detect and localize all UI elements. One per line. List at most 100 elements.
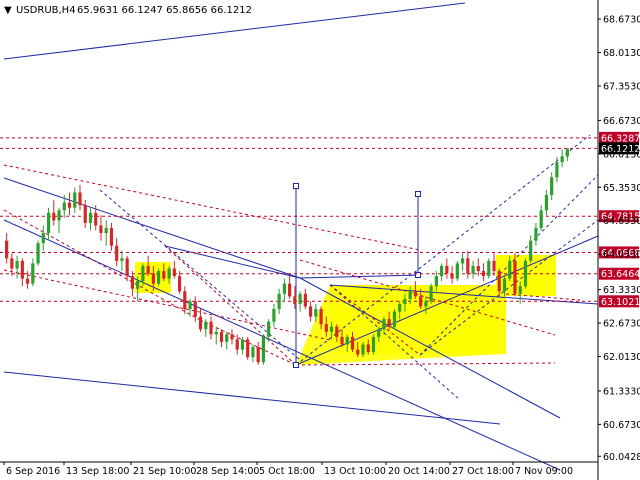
y-tick-label: 67.3530: [603, 81, 640, 92]
candle: [256, 341, 260, 365]
candle: [251, 344, 255, 363]
marker-point: [293, 362, 299, 368]
x-tick-label: 13 Sep 18:00: [66, 466, 129, 477]
price-level-badge: 63.1021: [599, 295, 640, 308]
trendline: [164, 245, 301, 279]
candle: [429, 283, 433, 304]
candle: [440, 263, 444, 282]
candle: [277, 288, 281, 315]
candle: [371, 334, 376, 355]
x-axis: 6 Sep 2016 13 Sep 18:00 21 Sep 10:00 28 Sep…: [0, 461, 598, 477]
candle: [83, 200, 87, 228]
candle: [172, 260, 176, 279]
candle: [130, 271, 134, 297]
y-tick-label: 63.3330: [603, 285, 640, 296]
ohlc-readout: 65.9631 66.1247 65.8656 66.1212: [77, 5, 252, 16]
candle: [67, 192, 72, 216]
candle: [308, 301, 313, 322]
candle: [460, 253, 465, 272]
analysis-line: [295, 362, 556, 366]
x-tick-label: 13 Oct 10:00: [324, 466, 386, 477]
candle: [529, 235, 533, 264]
candle: [225, 331, 229, 350]
candle: [392, 309, 397, 330]
x-tick-label: 28 Sep 14:00: [196, 466, 259, 477]
candle: [261, 334, 266, 365]
candle: [544, 189, 549, 216]
candle: [209, 316, 213, 340]
trendline: [3, 371, 501, 425]
candle: [455, 260, 459, 282]
symbol-label: USDRUB,H4: [16, 5, 76, 16]
candle: [193, 296, 197, 322]
price-chart[interactable]: 66.328766.121264.781564.066863.646463.10…: [0, 0, 640, 480]
y-tick-label: 66.0130: [603, 149, 640, 160]
y-tick-label: 66.6730: [603, 116, 640, 127]
y-tick-label: 65.3530: [603, 183, 640, 194]
y-tick-label: 68.0130: [603, 48, 640, 59]
x-tick-label: 20 Oct 14:00: [388, 466, 450, 477]
candle: [109, 222, 114, 251]
marker-point: [415, 191, 421, 197]
candle: [104, 220, 108, 246]
y-tick-label: 60.6730: [603, 420, 640, 431]
candle: [177, 271, 182, 294]
header-arrow-icon: ▼: [4, 5, 12, 16]
x-tick-label: 5 Oct 18:00: [259, 466, 315, 477]
candle: [445, 258, 449, 279]
y-tick-label: 60.0428: [603, 452, 640, 463]
candle: [560, 149, 564, 168]
candle: [272, 303, 276, 327]
candle: [466, 250, 470, 279]
candle: [78, 184, 82, 211]
candle: [235, 334, 239, 355]
candle: [146, 255, 150, 277]
candle: [246, 336, 250, 360]
y-tick-label: 64.6930: [603, 216, 640, 227]
candle: [20, 258, 24, 287]
y-tick-label: 62.6730: [603, 319, 640, 330]
candle: [115, 238, 119, 266]
svg-text:63.6464: 63.6464: [601, 269, 640, 280]
candle: [565, 148, 569, 162]
svg-text:63.1021: 63.1021: [601, 297, 640, 308]
y-axis: 68.6730 68.0130 67.3530 66.6730 66.0130 65.35…: [597, 0, 640, 480]
candle: [282, 278, 286, 302]
candle: [523, 258, 528, 289]
candle: [230, 329, 234, 345]
candle: [125, 255, 129, 282]
candle: [5, 233, 9, 264]
y-tick-label: 64.0330: [603, 250, 640, 261]
trendline-layer: [3, 2, 599, 471]
x-tick-label: 21 Sep 10:00: [133, 466, 196, 477]
marker-point: [293, 183, 299, 189]
candle: [52, 200, 56, 226]
candle: [31, 258, 35, 287]
candle: [15, 255, 19, 279]
candle: [298, 291, 302, 312]
x-tick-label: 27 Oct 18:00: [452, 466, 514, 477]
candle: [99, 215, 103, 241]
candle: [214, 326, 218, 345]
candle: [240, 336, 245, 355]
candle: [476, 258, 480, 277]
candle: [46, 207, 51, 241]
candle: [534, 222, 538, 246]
x-tick-label: 7 Nov 09:00: [515, 466, 573, 477]
candle: [204, 319, 208, 337]
y-tick-label: 62.0130: [603, 352, 640, 363]
y-tick-label: 68.6730: [603, 15, 640, 26]
candle: [450, 265, 454, 284]
candle: [481, 263, 486, 282]
analysis-line: [3, 164, 421, 251]
candle: [303, 288, 307, 310]
candle: [550, 172, 554, 201]
candle: [487, 258, 491, 279]
candle: [10, 253, 14, 277]
candle: [555, 157, 559, 183]
candle: [492, 253, 496, 277]
candle: [471, 260, 475, 279]
x-tick-label: 6 Sep 2016: [6, 466, 60, 477]
candle: [219, 329, 224, 348]
candle: [73, 187, 77, 213]
